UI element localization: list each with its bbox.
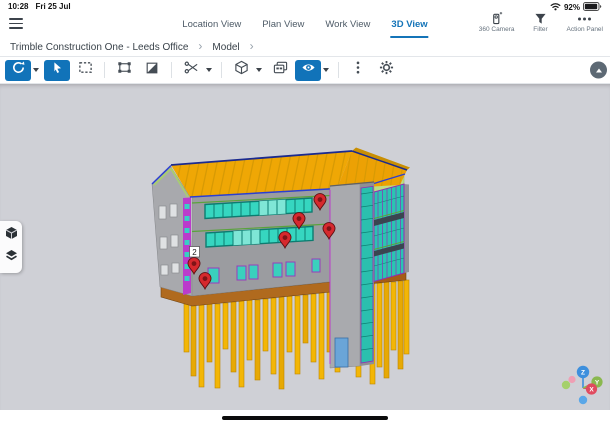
transform-select-button[interactable] bbox=[111, 60, 137, 81]
toolbar bbox=[0, 57, 610, 84]
chevron-right-icon: › bbox=[250, 39, 254, 53]
model-button[interactable] bbox=[228, 60, 254, 81]
home-indicator[interactable] bbox=[222, 416, 388, 420]
tower-door bbox=[335, 338, 348, 367]
header-actions: 360 Camera Filter Action Panel bbox=[479, 12, 603, 33]
collapse-toolbar-button[interactable] bbox=[590, 62, 607, 79]
model-dropdown-caret[interactable] bbox=[256, 68, 262, 72]
marquee-select-button[interactable] bbox=[72, 60, 98, 81]
chevron-up-icon bbox=[596, 68, 602, 72]
status-time: 10:28 bbox=[8, 2, 28, 11]
orbit-dropdown-caret[interactable] bbox=[33, 68, 39, 72]
saved-views-icon bbox=[273, 60, 288, 80]
360-camera-label: 360 Camera bbox=[479, 26, 515, 33]
building-front-facade bbox=[192, 189, 337, 296]
orbit-tool-button[interactable] bbox=[5, 60, 31, 81]
chevron-right-icon: › bbox=[198, 39, 202, 53]
pin-count-badge-label: 2 bbox=[192, 248, 197, 257]
gear-icon bbox=[379, 60, 394, 80]
tab-work-view[interactable]: Work View bbox=[324, 12, 371, 38]
cube-icon bbox=[234, 60, 249, 80]
bottom-strip bbox=[0, 410, 610, 424]
gizmo-neg-x-dot[interactable] bbox=[568, 376, 575, 383]
breadcrumb: Trimble Construction One - Leeds Office … bbox=[0, 38, 610, 57]
gizmo-z-axis[interactable]: Z bbox=[577, 366, 589, 378]
viewport-side-panel bbox=[0, 221, 22, 273]
svg-text:X: X bbox=[589, 386, 594, 393]
marquee-select-icon bbox=[78, 60, 93, 80]
cut-dropdown-caret[interactable] bbox=[206, 68, 212, 72]
3d-model-scene[interactable]: 2 Z Y X bbox=[0, 84, 610, 410]
eye-icon bbox=[301, 60, 316, 80]
cursor-icon bbox=[50, 61, 64, 80]
gizmo-neg-y-dot[interactable] bbox=[562, 381, 570, 389]
gizmo-neg-z-dot[interactable] bbox=[579, 396, 587, 404]
cube-3d-icon bbox=[5, 226, 18, 245]
visibility-button[interactable] bbox=[295, 60, 321, 81]
filter-button[interactable]: Filter bbox=[528, 12, 554, 33]
ellipsis-icon bbox=[577, 12, 592, 25]
menu-hamburger-icon[interactable] bbox=[9, 18, 23, 29]
gizmo-x-axis[interactable]: X bbox=[586, 383, 597, 394]
camera-360-icon bbox=[490, 12, 503, 25]
cut-section-button[interactable] bbox=[178, 60, 204, 81]
saved-views-button[interactable] bbox=[267, 60, 293, 81]
orbit-icon bbox=[11, 60, 26, 80]
pin-count-badge[interactable]: 2 bbox=[190, 247, 200, 258]
layers-button[interactable] bbox=[3, 250, 19, 266]
layers-icon bbox=[5, 249, 18, 267]
tab-location-view[interactable]: Location View bbox=[181, 12, 242, 38]
filter-funnel-icon bbox=[534, 12, 547, 25]
tab-3d-view[interactable]: 3D View bbox=[390, 12, 428, 38]
orientation-gizmo[interactable]: Z Y X bbox=[562, 366, 603, 404]
svg-text:Z: Z bbox=[581, 370, 585, 377]
kebab-icon bbox=[355, 60, 361, 80]
action-panel-button[interactable]: Action Panel bbox=[567, 12, 604, 33]
visibility-dropdown-caret[interactable] bbox=[323, 68, 329, 72]
view-tabs: Location View Plan View Work View 3D Vie… bbox=[181, 12, 428, 38]
scissors-icon bbox=[184, 60, 199, 80]
model-tree-button[interactable] bbox=[3, 228, 19, 244]
status-date: Fri 25 Jul bbox=[35, 2, 70, 11]
transform-select-icon bbox=[117, 60, 132, 80]
action-panel-label: Action Panel bbox=[567, 26, 604, 33]
header: Location View Plan View Work View 3D Vie… bbox=[0, 11, 610, 38]
app-screen: 10:28 Fri 25 Jul 92% Location View Plan … bbox=[0, 0, 610, 424]
more-options-button[interactable] bbox=[345, 60, 371, 81]
3d-viewport[interactable]: 2 Z Y X bbox=[0, 84, 610, 410]
select-tool-button[interactable] bbox=[44, 60, 70, 81]
breadcrumb-model[interactable]: Model bbox=[212, 42, 239, 53]
building-right-gable bbox=[374, 175, 409, 282]
filter-label: Filter bbox=[533, 26, 547, 33]
360-camera-button[interactable]: 360 Camera bbox=[479, 12, 515, 33]
contrast-square-icon bbox=[145, 61, 159, 80]
breadcrumb-project[interactable]: Trimble Construction One - Leeds Office bbox=[10, 42, 188, 53]
appearance-contrast-button[interactable] bbox=[139, 60, 165, 81]
building-stair-tower bbox=[330, 182, 374, 368]
settings-button[interactable] bbox=[373, 60, 399, 81]
tab-plan-view[interactable]: Plan View bbox=[261, 12, 305, 38]
